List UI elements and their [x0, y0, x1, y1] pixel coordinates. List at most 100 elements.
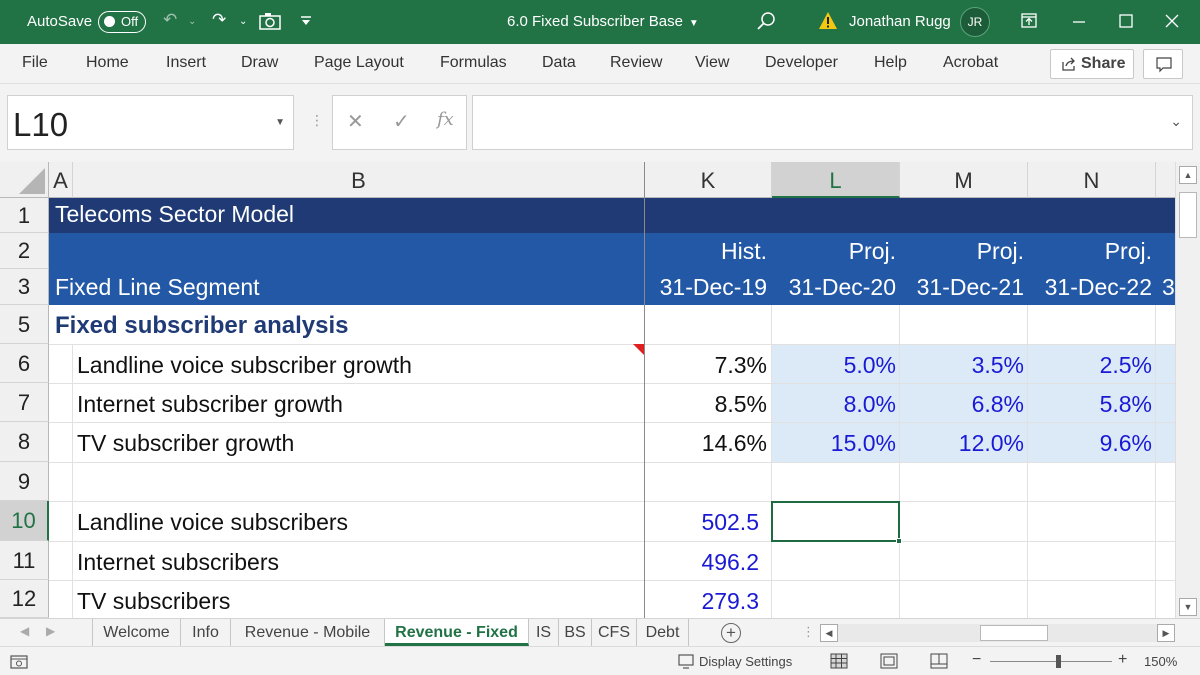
cell-n2[interactable]: Proj. — [1028, 238, 1156, 265]
cell-l6[interactable]: 5.0% — [772, 352, 900, 379]
comment-indicator[interactable] — [633, 344, 644, 355]
scroll-down-icon[interactable]: ▼ — [1179, 598, 1197, 616]
cell-l8[interactable]: 15.0% — [772, 430, 900, 457]
tab-insert[interactable]: Insert — [166, 54, 206, 72]
cell-l3[interactable]: 31-Dec-20 — [772, 274, 900, 301]
avatar[interactable]: JR — [960, 7, 990, 37]
redo-dropdown-icon[interactable]: ⌄ — [239, 16, 247, 27]
cell-b3[interactable]: Fixed Line Segment — [55, 274, 260, 301]
minimize-icon[interactable] — [1066, 8, 1092, 34]
cell-l2[interactable]: Proj. — [772, 238, 900, 265]
enter-icon[interactable]: ✓ — [393, 109, 410, 134]
undo-dropdown-icon[interactable]: ⌄ — [188, 16, 196, 27]
row-header-7[interactable]: 7 — [0, 383, 49, 422]
cell-k7[interactable]: 8.5% — [645, 391, 771, 418]
add-sheet-button[interactable]: + — [721, 623, 741, 643]
cell-b10[interactable]: Landline voice subscribers — [77, 509, 348, 536]
tab-page-layout[interactable]: Page Layout — [314, 54, 404, 72]
cell-b1[interactable]: Telecoms Sector Model — [55, 201, 294, 228]
sheet-tab-cfs[interactable]: CFS — [592, 619, 637, 646]
undo-icon[interactable]: ↶ — [163, 10, 177, 30]
column-header-a[interactable]: A — [49, 162, 73, 198]
formula-bar-grip-icon[interactable]: ⋮ — [310, 112, 324, 129]
tab-acrobat[interactable]: Acrobat — [943, 54, 998, 72]
display-settings-link[interactable]: Display Settings — [699, 654, 792, 669]
cell-n7[interactable]: 5.8% — [1028, 391, 1156, 418]
column-header-b[interactable]: B — [73, 162, 645, 198]
zoom-slider-thumb[interactable] — [1056, 655, 1061, 668]
cell-l7[interactable]: 8.0% — [772, 391, 900, 418]
cell-b7[interactable]: Internet subscriber growth — [77, 391, 343, 418]
row-header-10[interactable]: 10 — [0, 501, 49, 541]
zoom-in-button[interactable]: + — [1118, 651, 1127, 669]
row-header-2[interactable]: 2 — [0, 233, 49, 269]
tab-draw[interactable]: Draw — [241, 54, 278, 72]
select-all-button[interactable] — [0, 162, 49, 198]
row-header-3[interactable]: 3 — [0, 269, 49, 305]
cell-m2[interactable]: Proj. — [900, 238, 1028, 265]
row-header-6[interactable]: 6 — [0, 344, 49, 383]
ribbon-display-icon[interactable] — [1016, 8, 1042, 34]
scroll-right-icon[interactable]: ▶ — [1157, 624, 1175, 642]
name-box-dropdown-icon[interactable]: ▼ — [275, 117, 285, 128]
user-name[interactable]: Jonathan Rugg — [849, 13, 951, 30]
cell-k3[interactable]: 31-Dec-19 — [645, 274, 771, 301]
row-header-5[interactable]: 5 — [0, 305, 49, 344]
cell-m3[interactable]: 31-Dec-21 — [900, 274, 1028, 301]
tab-file[interactable]: File — [22, 54, 48, 72]
close-icon[interactable] — [1159, 8, 1185, 34]
sheet-tab-bs[interactable]: BS — [559, 619, 592, 646]
cell-k12[interactable]: 279.3 — [645, 588, 771, 615]
tab-review[interactable]: Review — [610, 54, 662, 72]
zoom-slider[interactable] — [990, 661, 1112, 662]
search-icon[interactable] — [756, 11, 776, 31]
tab-formulas[interactable]: Formulas — [440, 54, 507, 72]
expand-formula-bar-icon[interactable]: ⌄ — [1170, 113, 1182, 130]
scroll-left-icon[interactable]: ◀ — [820, 624, 838, 642]
sheet-tab-debt[interactable]: Debt — [637, 619, 689, 646]
fill-handle[interactable] — [896, 538, 902, 544]
document-title[interactable]: 6.0 Fixed Subscriber Base ▼ — [507, 13, 699, 30]
page-break-view-icon[interactable] — [929, 652, 949, 670]
maximize-icon[interactable] — [1113, 8, 1139, 34]
sheet-tab-revenue-mobile[interactable]: Revenue - Mobile — [231, 619, 385, 646]
row-header-12[interactable]: 12 — [0, 580, 49, 618]
tab-view[interactable]: View — [695, 54, 729, 72]
macro-record-icon[interactable] — [10, 655, 28, 669]
tab-help[interactable]: Help — [874, 54, 907, 72]
worksheet-grid[interactable]: A B K L M N 1 2 3 5 6 7 8 9 10 11 12 Tel… — [0, 162, 1175, 618]
cell-n8[interactable]: 9.6% — [1028, 430, 1156, 457]
horizontal-scrollbar[interactable]: ◀ ▶ — [820, 624, 1175, 642]
tab-data[interactable]: Data — [542, 54, 576, 72]
cell-b6[interactable]: Landline voice subscriber growth — [77, 352, 412, 379]
tab-developer[interactable]: Developer — [765, 54, 838, 72]
cell-b12[interactable]: TV subscribers — [77, 588, 230, 615]
zoom-level[interactable]: 150% — [1144, 654, 1177, 669]
cancel-icon[interactable]: ✕ — [347, 109, 364, 134]
cell-b5[interactable]: Fixed subscriber analysis — [55, 312, 348, 340]
cell-k6[interactable]: 7.3% — [645, 352, 771, 379]
warning-icon[interactable] — [818, 11, 838, 30]
sheet-tab-is[interactable]: IS — [529, 619, 559, 646]
zoom-out-button[interactable]: − — [972, 651, 981, 669]
sheet-tab-revenue-fixed[interactable]: Revenue - Fixed — [385, 619, 529, 646]
column-header-k[interactable]: K — [645, 162, 772, 198]
cell-k11[interactable]: 496.2 — [645, 549, 771, 576]
comments-button[interactable] — [1143, 49, 1183, 79]
name-box[interactable]: L10 ▼ — [7, 95, 294, 150]
scroll-up-icon[interactable]: ▲ — [1179, 166, 1197, 184]
prev-sheet-icon[interactable]: ◀ — [20, 624, 29, 638]
redo-icon[interactable]: ↷ — [212, 10, 226, 30]
tab-home[interactable]: Home — [86, 54, 129, 72]
normal-view-icon[interactable] — [829, 652, 849, 670]
cell-k10[interactable]: 502.5 — [645, 509, 771, 536]
cell-m6[interactable]: 3.5% — [900, 352, 1028, 379]
column-header-n[interactable]: N — [1028, 162, 1156, 198]
cell-o3-partial[interactable]: 3 — [1162, 274, 1175, 301]
row-header-11[interactable]: 11 — [0, 541, 49, 580]
camera-icon[interactable] — [259, 12, 281, 30]
cell-n6[interactable]: 2.5% — [1028, 352, 1156, 379]
cell-b11[interactable]: Internet subscribers — [77, 549, 279, 576]
column-header-m[interactable]: M — [900, 162, 1028, 198]
selected-cell-l10[interactable] — [771, 501, 902, 544]
